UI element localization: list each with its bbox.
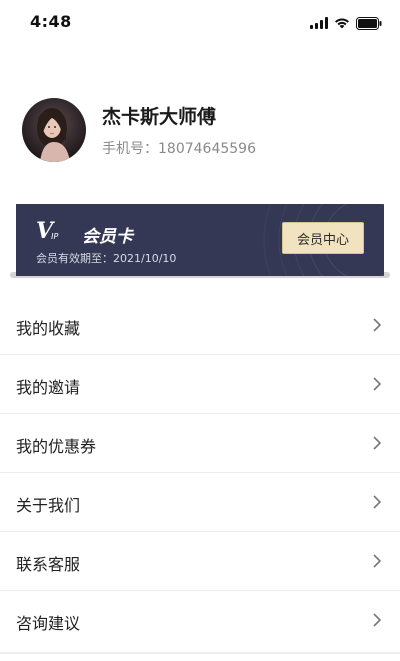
chevron-right-icon (373, 318, 382, 332)
avatar[interactable] (22, 98, 86, 162)
phone-number: 18074645596 (158, 141, 256, 157)
menu-item-label: 我的优惠券 (16, 437, 97, 456)
vip-card-title: 会员卡 (82, 227, 133, 247)
wifi-icon (334, 17, 350, 29)
menu-item-coupons[interactable]: 我的优惠券 (0, 414, 400, 473)
menu-item-label: 联系客服 (16, 555, 81, 574)
menu-item-favorites[interactable]: 我的收藏 (0, 296, 400, 355)
menu-item-label: 我的邀请 (16, 378, 81, 397)
vip-card[interactable]: V IP 会员卡 会员有效期至：2021/10/10 会员中心 (16, 204, 384, 276)
profile-name: 杰卡斯大师傅 (102, 106, 217, 128)
status-icons (310, 16, 382, 30)
bottom-divider (0, 652, 400, 654)
chevron-right-icon (373, 613, 382, 627)
signal-icon (310, 17, 328, 29)
status-bar: 4:48 (0, 0, 400, 44)
phone-label: 手机号： (102, 141, 158, 157)
vip-expiry: 会员有效期至：2021/10/10 (36, 252, 177, 265)
menu-item-label: 咨询建议 (16, 614, 81, 633)
profile-header[interactable]: 杰卡斯大师傅 手机号：18074645596 (0, 92, 400, 172)
chevron-right-icon (373, 377, 382, 391)
vip-logo: V IP (36, 220, 58, 242)
chevron-right-icon (373, 436, 382, 450)
status-time: 4:48 (30, 12, 72, 31)
menu-item-feedback[interactable]: 咨询建议 (0, 591, 400, 650)
chevron-right-icon (373, 554, 382, 568)
menu-item-about-us[interactable]: 关于我们 (0, 473, 400, 532)
menu-item-label: 我的收藏 (16, 319, 81, 338)
menu-item-label: 关于我们 (16, 496, 81, 515)
chevron-right-icon (373, 495, 382, 509)
battery-icon (356, 16, 382, 30)
member-center-button[interactable]: 会员中心 (282, 222, 364, 254)
vip-logo-ip: IP (51, 232, 59, 241)
menu-item-contact-support[interactable]: 联系客服 (0, 532, 400, 591)
profile-phone: 手机号：18074645596 (102, 138, 256, 158)
menu-list: 我的收藏 我的邀请 我的优惠券 关于我们 联系客服 咨询建议 (0, 296, 400, 650)
menu-item-invitations[interactable]: 我的邀请 (0, 355, 400, 414)
